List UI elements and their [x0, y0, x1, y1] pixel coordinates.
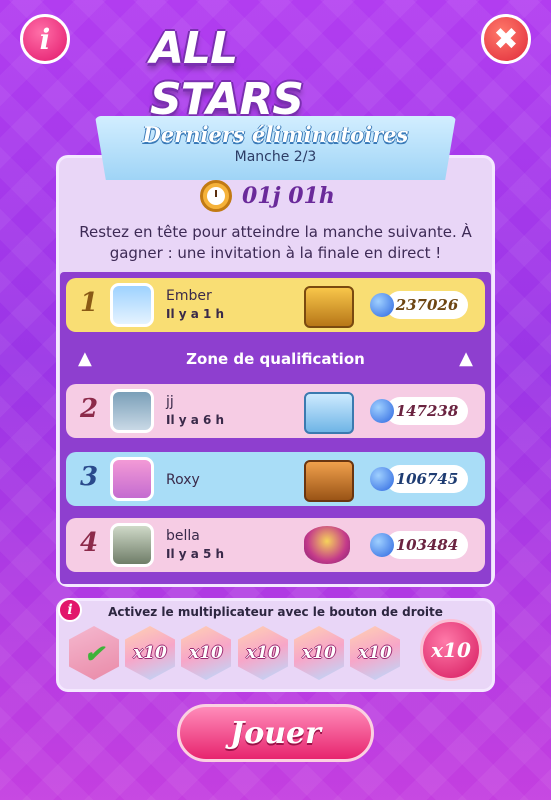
chevron-up-icon: ▲	[459, 348, 473, 369]
info-icon: i	[39, 22, 51, 56]
bronze-chest-icon	[304, 460, 354, 502]
leaderboard: 1 Ember Il y a 1 h 237026 ▲ Zone de qual…	[60, 272, 491, 584]
rank-number: 1	[80, 288, 99, 318]
penguin-avatar-icon[interactable]	[110, 283, 154, 327]
pirate-avatar-icon[interactable]	[110, 389, 154, 433]
owl-avatar-icon[interactable]	[110, 457, 154, 501]
score-value: 237026	[386, 291, 468, 319]
blue-candy-icon	[370, 467, 394, 491]
last-active: Il y a 1 h	[166, 307, 225, 321]
qualification-zone-label: ▲ Zone de qualification ▲	[60, 334, 491, 384]
stopwatch-icon	[200, 180, 232, 212]
cat-avatar-icon[interactable]	[110, 523, 154, 567]
player-name: bella	[166, 528, 200, 544]
close-icon: ✖	[493, 21, 519, 57]
leaderboard-row-1[interactable]: 1 Ember Il y a 1 h 237026	[66, 278, 485, 332]
leaderboard-row-3[interactable]: 3 Roxy 106745	[66, 452, 485, 506]
leaderboard-row-2[interactable]: 2 jj Il y a 6 h 147238	[66, 384, 485, 438]
zone-label-text: Zone de qualification	[186, 350, 365, 368]
blue-candy-icon	[370, 533, 394, 557]
timer-value: 01j 01h	[242, 183, 335, 209]
gold-chest-icon	[304, 286, 354, 328]
multiplier-hint: Activez le multiplicateur avec le bouton…	[108, 605, 443, 619]
checkmark-icon: ✔	[83, 638, 105, 668]
player-name: jj	[166, 394, 174, 410]
chevron-up-icon: ▲	[78, 348, 92, 369]
blue-candy-icon	[370, 399, 394, 423]
score-value: 103484	[386, 531, 468, 559]
player-name: Ember	[166, 288, 212, 304]
all-stars-logo: ALL STARS	[150, 23, 304, 125]
multiplier-activate-button[interactable]: x10	[420, 619, 482, 681]
play-button[interactable]: Jouer	[177, 704, 374, 762]
leaderboard-row-4[interactable]: 4 bella Il y a 5 h 103484	[66, 518, 485, 572]
close-button[interactable]: ✖	[481, 14, 531, 64]
rank-number: 2	[80, 394, 99, 424]
description-text: Restez en tête pour atteindre la manche …	[79, 223, 472, 262]
cake-icon	[304, 526, 350, 564]
rank-number: 3	[80, 462, 99, 492]
score-value: 147238	[386, 397, 468, 425]
player-name: Roxy	[166, 472, 200, 488]
round-banner: Derniers éliminatoires Manche 2/3	[95, 116, 456, 180]
score-value: 106745	[386, 465, 468, 493]
rank-number: 4	[80, 528, 99, 558]
blue-candy-icon	[370, 293, 394, 317]
last-active: Il y a 6 h	[166, 413, 225, 427]
info-button[interactable]: i	[20, 14, 70, 64]
last-active: Il y a 5 h	[166, 547, 225, 561]
blue-chest-icon	[304, 392, 354, 434]
countdown-timer: 01j 01h	[200, 180, 335, 212]
banner-subtitle: Manche 2/3	[234, 149, 317, 165]
banner-title: Derniers éliminatoires	[142, 122, 409, 147]
